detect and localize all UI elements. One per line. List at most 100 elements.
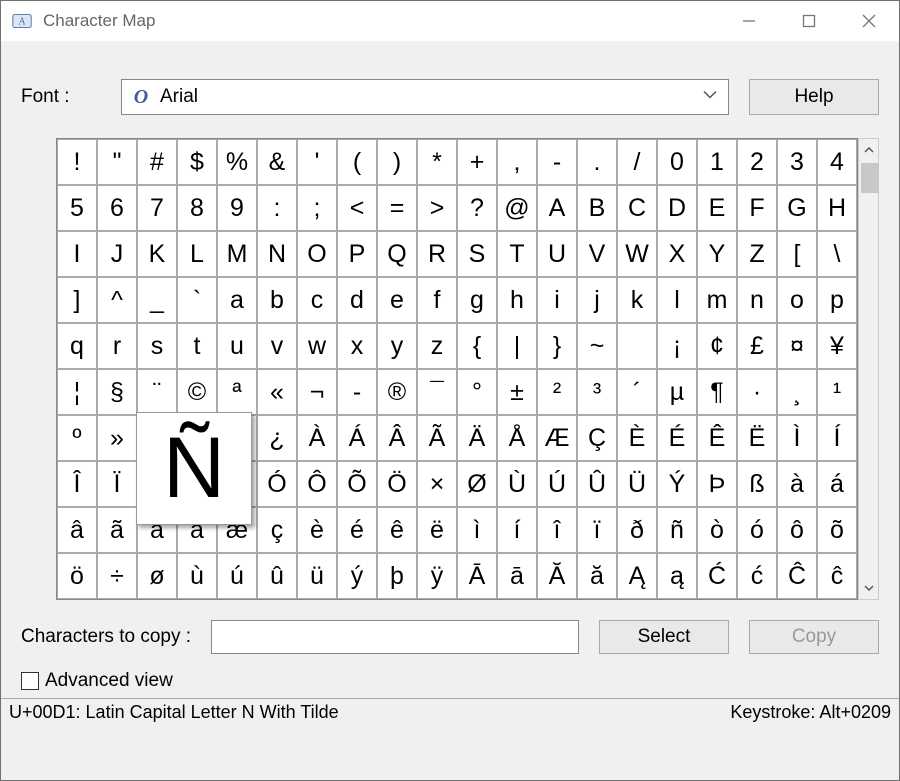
- character-cell[interactable]: ®: [377, 369, 417, 415]
- character-cell[interactable]: e: [377, 277, 417, 323]
- character-cell[interactable]: u: [217, 323, 257, 369]
- character-cell[interactable]: ¹: [817, 369, 857, 415]
- character-cell[interactable]: N: [257, 231, 297, 277]
- character-cell[interactable]: Æ: [537, 415, 577, 461]
- character-cell[interactable]: i: [537, 277, 577, 323]
- character-cell[interactable]: Ë: [737, 415, 777, 461]
- character-cell[interactable]: ã: [97, 507, 137, 553]
- character-cell[interactable]: ~: [577, 323, 617, 369]
- character-cell[interactable]: Y: [697, 231, 737, 277]
- character-cell[interactable]: 0: [657, 139, 697, 185]
- character-cell[interactable]: à: [777, 461, 817, 507]
- character-cell[interactable]: Ú: [537, 461, 577, 507]
- character-cell[interactable]: ×: [417, 461, 457, 507]
- character-cell[interactable]: é: [337, 507, 377, 553]
- character-cell[interactable]: *: [417, 139, 457, 185]
- character-cell[interactable]: v: [257, 323, 297, 369]
- character-cell[interactable]: ´: [617, 369, 657, 415]
- character-cell[interactable]: _: [137, 277, 177, 323]
- character-cell[interactable]: c: [297, 277, 337, 323]
- scroll-thumb[interactable]: [861, 163, 879, 193]
- character-cell[interactable]: ë: [417, 507, 457, 553]
- character-cell[interactable]: ±: [497, 369, 537, 415]
- character-cell[interactable]: ]: [57, 277, 97, 323]
- character-cell[interactable]: w: [297, 323, 337, 369]
- character-cell[interactable]: ¸: [777, 369, 817, 415]
- character-cell[interactable]: `: [177, 277, 217, 323]
- character-cell[interactable]: b: [257, 277, 297, 323]
- character-cell[interactable]: h: [497, 277, 537, 323]
- character-cell[interactable]: ª: [217, 369, 257, 415]
- character-cell[interactable]: Ü: [617, 461, 657, 507]
- character-cell[interactable]: ê: [377, 507, 417, 553]
- character-cell[interactable]: «: [257, 369, 297, 415]
- character-cell[interactable]: ò: [697, 507, 737, 553]
- character-cell[interactable]: Á: [337, 415, 377, 461]
- character-cell[interactable]: 8: [177, 185, 217, 231]
- character-cell[interactable]: À: [297, 415, 337, 461]
- character-cell[interactable]: ą: [657, 553, 697, 599]
- character-cell[interactable]: f: [417, 277, 457, 323]
- character-cell[interactable]: t: [177, 323, 217, 369]
- character-cell[interactable]: \: [817, 231, 857, 277]
- character-cell[interactable]: Ï: [97, 461, 137, 507]
- character-cell[interactable]: ï: [577, 507, 617, 553]
- character-cell[interactable]: P: [337, 231, 377, 277]
- character-cell[interactable]: ā: [497, 553, 537, 599]
- minimize-button[interactable]: [719, 1, 779, 41]
- character-cell[interactable]: =: [377, 185, 417, 231]
- character-cell[interactable]: V: [577, 231, 617, 277]
- character-cell[interactable]: Ç: [577, 415, 617, 461]
- character-cell[interactable]: î: [537, 507, 577, 553]
- character-cell[interactable]: $: [177, 139, 217, 185]
- character-cell[interactable]: ¨: [137, 369, 177, 415]
- character-cell[interactable]: ²: [537, 369, 577, 415]
- character-cell[interactable]: a: [217, 277, 257, 323]
- character-cell[interactable]: »: [97, 415, 137, 461]
- character-cell[interactable]: 3: [777, 139, 817, 185]
- character-cell[interactable]: ': [297, 139, 337, 185]
- character-cell[interactable]: 6: [97, 185, 137, 231]
- character-cell[interactable]: L: [177, 231, 217, 277]
- character-cell[interactable]: ;: [297, 185, 337, 231]
- character-cell[interactable]: ¶: [697, 369, 737, 415]
- character-cell[interactable]: }: [537, 323, 577, 369]
- character-cell[interactable]: ¦: [57, 369, 97, 415]
- character-cell[interactable]: Ý: [657, 461, 697, 507]
- character-cell[interactable]: 7: [137, 185, 177, 231]
- character-cell[interactable]: m: [697, 277, 737, 323]
- character-cell[interactable]: #: [137, 139, 177, 185]
- character-cell[interactable]: T: [497, 231, 537, 277]
- character-cell[interactable]: è: [297, 507, 337, 553]
- character-cell[interactable]: r: [97, 323, 137, 369]
- character-cell[interactable]: ø: [137, 553, 177, 599]
- character-cell[interactable]: °: [457, 369, 497, 415]
- character-cell[interactable]: -: [337, 369, 377, 415]
- character-cell[interactable]: |: [497, 323, 537, 369]
- character-cell[interactable]: U: [537, 231, 577, 277]
- character-cell[interactable]: ¤: [777, 323, 817, 369]
- character-cell[interactable]: ù: [177, 553, 217, 599]
- character-cell[interactable]: ð: [617, 507, 657, 553]
- character-cell[interactable]: 9: [217, 185, 257, 231]
- character-cell[interactable]: /: [617, 139, 657, 185]
- character-cell[interactable]: +: [457, 139, 497, 185]
- advanced-view-checkbox[interactable]: [21, 672, 39, 690]
- character-cell[interactable]: Ą: [617, 553, 657, 599]
- character-cell[interactable]: Ì: [777, 415, 817, 461]
- character-cell[interactable]: ?: [457, 185, 497, 231]
- character-cell[interactable]: X: [657, 231, 697, 277]
- character-cell[interactable]: M: [217, 231, 257, 277]
- character-cell[interactable]: y: [377, 323, 417, 369]
- character-cell[interactable]: Ă: [537, 553, 577, 599]
- character-cell[interactable]: û: [257, 553, 297, 599]
- character-cell[interactable]: !: [57, 139, 97, 185]
- character-cell[interactable]: l: [657, 277, 697, 323]
- character-cell[interactable]: <: [337, 185, 377, 231]
- character-cell[interactable]: p: [817, 277, 857, 323]
- character-cell[interactable]: {: [457, 323, 497, 369]
- character-cell[interactable]: É: [657, 415, 697, 461]
- character-cell[interactable]: H: [817, 185, 857, 231]
- character-cell[interactable]: ·: [737, 369, 777, 415]
- character-cell[interactable]: Ö: [377, 461, 417, 507]
